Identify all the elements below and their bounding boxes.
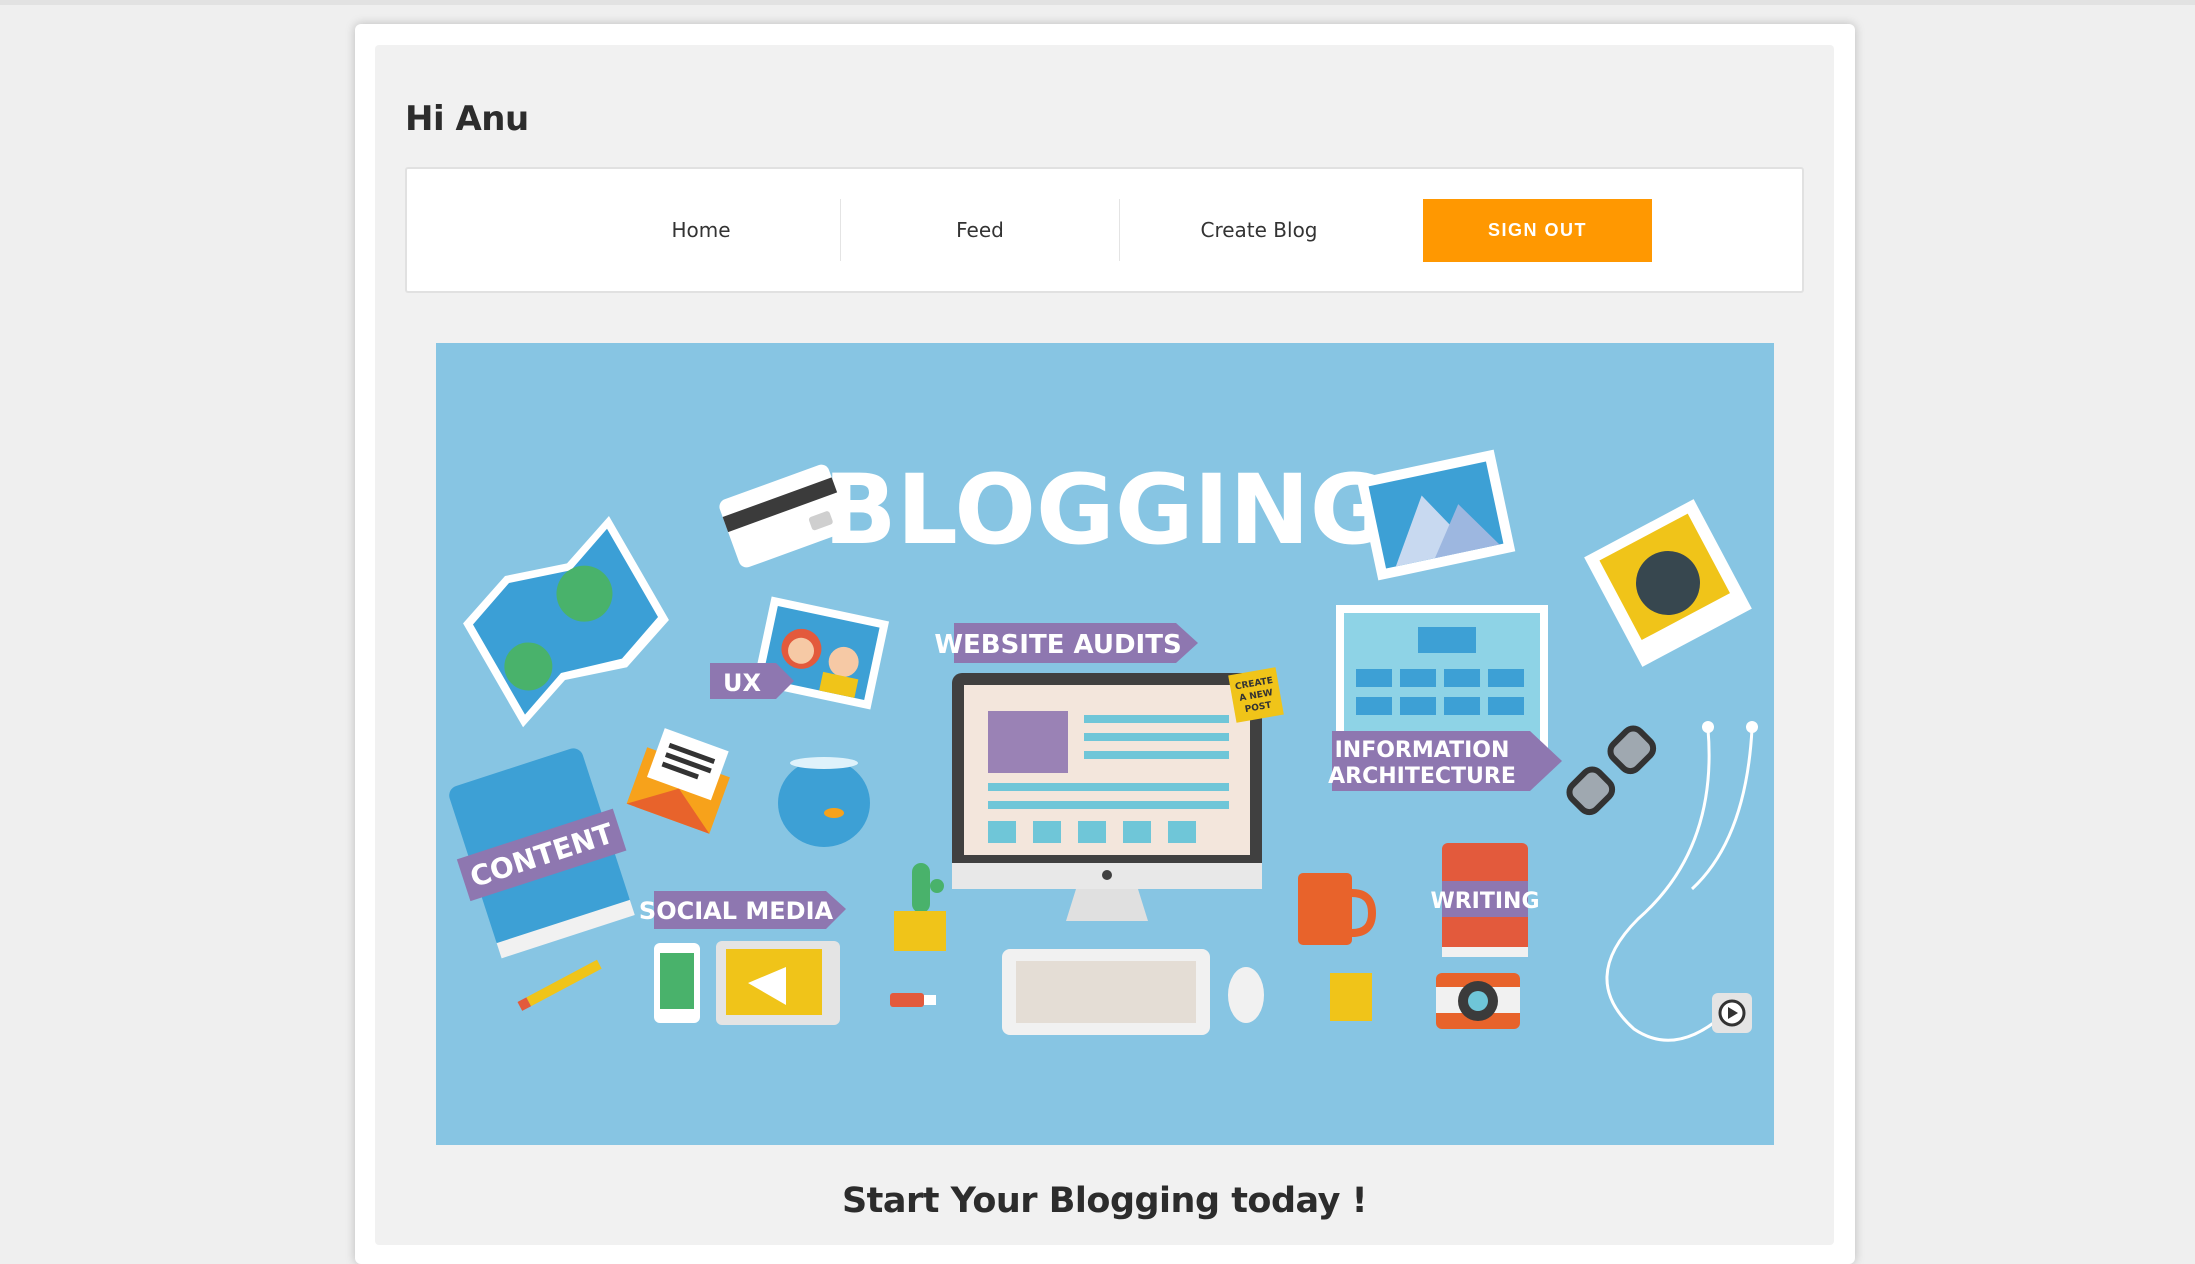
computer-monitor-icon <box>952 673 1262 921</box>
greeting-heading: Hi Anu <box>405 99 529 139</box>
svg-text:WEBSITE AUDITS: WEBSITE AUDITS <box>934 630 1181 660</box>
website-audits-label: WEBSITE AUDITS <box>934 623 1198 663</box>
svg-text:SOCIAL MEDIA: SOCIAL MEDIA <box>639 897 834 925</box>
top-border <box>0 0 2195 5</box>
mouse-icon <box>1228 967 1264 1023</box>
information-architecture-board-icon <box>1336 605 1548 751</box>
sticky-note-icon: CREATE A NEW POST <box>1228 667 1284 723</box>
camera-icon <box>1436 973 1520 1029</box>
content-panel: Hi Anu Home Feed Create Blog SIGN OUT BL… <box>375 45 1834 1245</box>
ux-label: UX <box>710 663 794 699</box>
writing-book-icon: WRITING <box>1430 843 1540 957</box>
nav-feed[interactable]: Feed <box>841 199 1119 261</box>
svg-text:WRITING: WRITING <box>1430 889 1539 914</box>
phone-icon <box>654 943 700 1023</box>
svg-text:UX: UX <box>723 669 761 697</box>
nav-create-blog[interactable]: Create Blog <box>1120 199 1398 261</box>
svg-text:ARCHITECTURE: ARCHITECTURE <box>1328 764 1516 789</box>
information-architecture-label: INFORMATION ARCHITECTURE <box>1328 731 1562 791</box>
nav-home[interactable]: Home <box>562 199 840 261</box>
main-card: Hi Anu Home Feed Create Blog SIGN OUT BL… <box>355 24 1855 1264</box>
music-player-icon <box>1712 993 1752 1033</box>
svg-text:INFORMATION: INFORMATION <box>1335 738 1510 763</box>
sign-out-button[interactable]: SIGN OUT <box>1423 199 1652 262</box>
blogging-hero-illustration: BLOGGING UX CONTENT SOCIAL MEDIA WEBSITE… <box>436 343 1774 1145</box>
tablet-megaphone-icon <box>716 941 840 1025</box>
hero-title: BLOGGING <box>824 454 1389 566</box>
usb-icon <box>890 993 936 1007</box>
social-media-label: SOCIAL MEDIA <box>639 891 846 929</box>
sticky-block-icon <box>1330 973 1372 1021</box>
navbar: Home Feed Create Blog SIGN OUT <box>405 167 1804 293</box>
keyboard-icon <box>1002 949 1210 1035</box>
tagline-heading: Start Your Blogging today ! <box>841 1181 1368 1221</box>
